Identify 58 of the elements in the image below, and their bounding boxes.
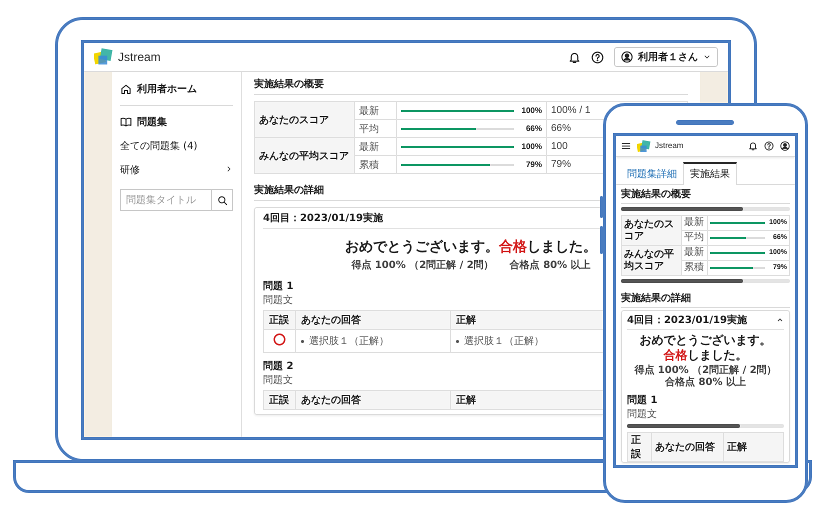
section-title: 実施結果の概要 <box>621 187 790 204</box>
metric-label: 平均 <box>359 124 379 134</box>
column-header: 正解 <box>727 442 747 453</box>
metric-label: 累積 <box>684 262 704 273</box>
question-title: 問題 1 <box>627 394 658 408</box>
sidebar-heading: 問題集 <box>120 111 233 133</box>
sidebar-item[interactable]: 利用者ホーム <box>120 78 233 100</box>
question-title: 問題 1 <box>263 280 294 294</box>
score-group-label: みんなの平均スコア <box>259 150 349 162</box>
attempt-date: 4回目：2023/01/19実施 <box>627 313 747 327</box>
sidebar-item[interactable]: 全ての問題集 (4) <box>120 135 233 157</box>
answer-text: 選択肢１（正解） <box>301 334 389 348</box>
score-text: 得点 100% （2問正解 / 2問） <box>634 365 777 376</box>
section-title: 実施結果の概要 <box>254 76 688 95</box>
sidebar-item[interactable]: 研修 <box>120 159 233 181</box>
column-header: あなたの回答 <box>301 395 361 406</box>
logo-text: Jstream <box>118 50 161 64</box>
tab[interactable]: 問題集詳細 <box>621 162 683 184</box>
metric-label: 平均 <box>684 232 704 243</box>
column-header: 正誤 <box>631 435 641 460</box>
attempt-date: 4回目：2023/01/19実施 <box>263 211 383 225</box>
cell-text: 66% <box>551 123 572 134</box>
column-header: あなたの回答 <box>655 442 715 453</box>
answer-text: 選択肢１（正解） <box>456 334 544 348</box>
logo-text: Jstream <box>655 141 684 150</box>
column-header: あなたの回答 <box>301 315 361 326</box>
cell-text: 79% <box>551 159 572 170</box>
section-title: 実施結果の詳細 <box>621 291 790 308</box>
metric-label: 最新 <box>359 142 379 152</box>
cell-text: 100 <box>551 141 568 152</box>
tab[interactable]: 実施結果 <box>683 162 737 185</box>
column-header: 正解 <box>456 395 476 406</box>
cell-text: 100% / 1 <box>551 105 590 116</box>
percent-text: 100% <box>520 106 542 115</box>
score-group-label: みんなの平均スコア <box>624 248 674 272</box>
score-group-label: あなたのスコア <box>624 218 674 242</box>
metric-label: 最新 <box>359 106 379 116</box>
score-group-label: あなたのスコア <box>259 114 329 126</box>
question-text: 問題文 <box>263 374 293 387</box>
score-text: 得点 100% （2問正解 / 2問） <box>351 259 494 273</box>
column-header: 正誤 <box>269 395 289 406</box>
question-title: 問題 2 <box>263 360 294 374</box>
percent-text: 100% <box>520 142 542 151</box>
column-header: 正解 <box>456 315 476 326</box>
result-message: おめでとうございます。合格しました。 <box>345 238 597 257</box>
pass-mark-text: 合格点 80% 以上 <box>665 377 746 389</box>
metric-label: 最新 <box>684 217 704 228</box>
search-field[interactable]: 問題集タイトル <box>120 189 211 211</box>
question-text: 問題文 <box>627 408 657 421</box>
result-message: おめでとうございます。 合格しました。 <box>640 333 772 363</box>
user-menu-button[interactable]: 利用者１さん <box>614 47 718 67</box>
question-text: 問題文 <box>263 294 293 307</box>
metric-label: 累積 <box>359 160 379 170</box>
pass-mark-text: 合格点 80% 以上 <box>510 259 591 273</box>
percent-text: 66% <box>524 124 542 133</box>
metric-label: 最新 <box>684 247 704 258</box>
percent-text: 79% <box>524 160 542 169</box>
column-header: 正誤 <box>269 315 289 326</box>
